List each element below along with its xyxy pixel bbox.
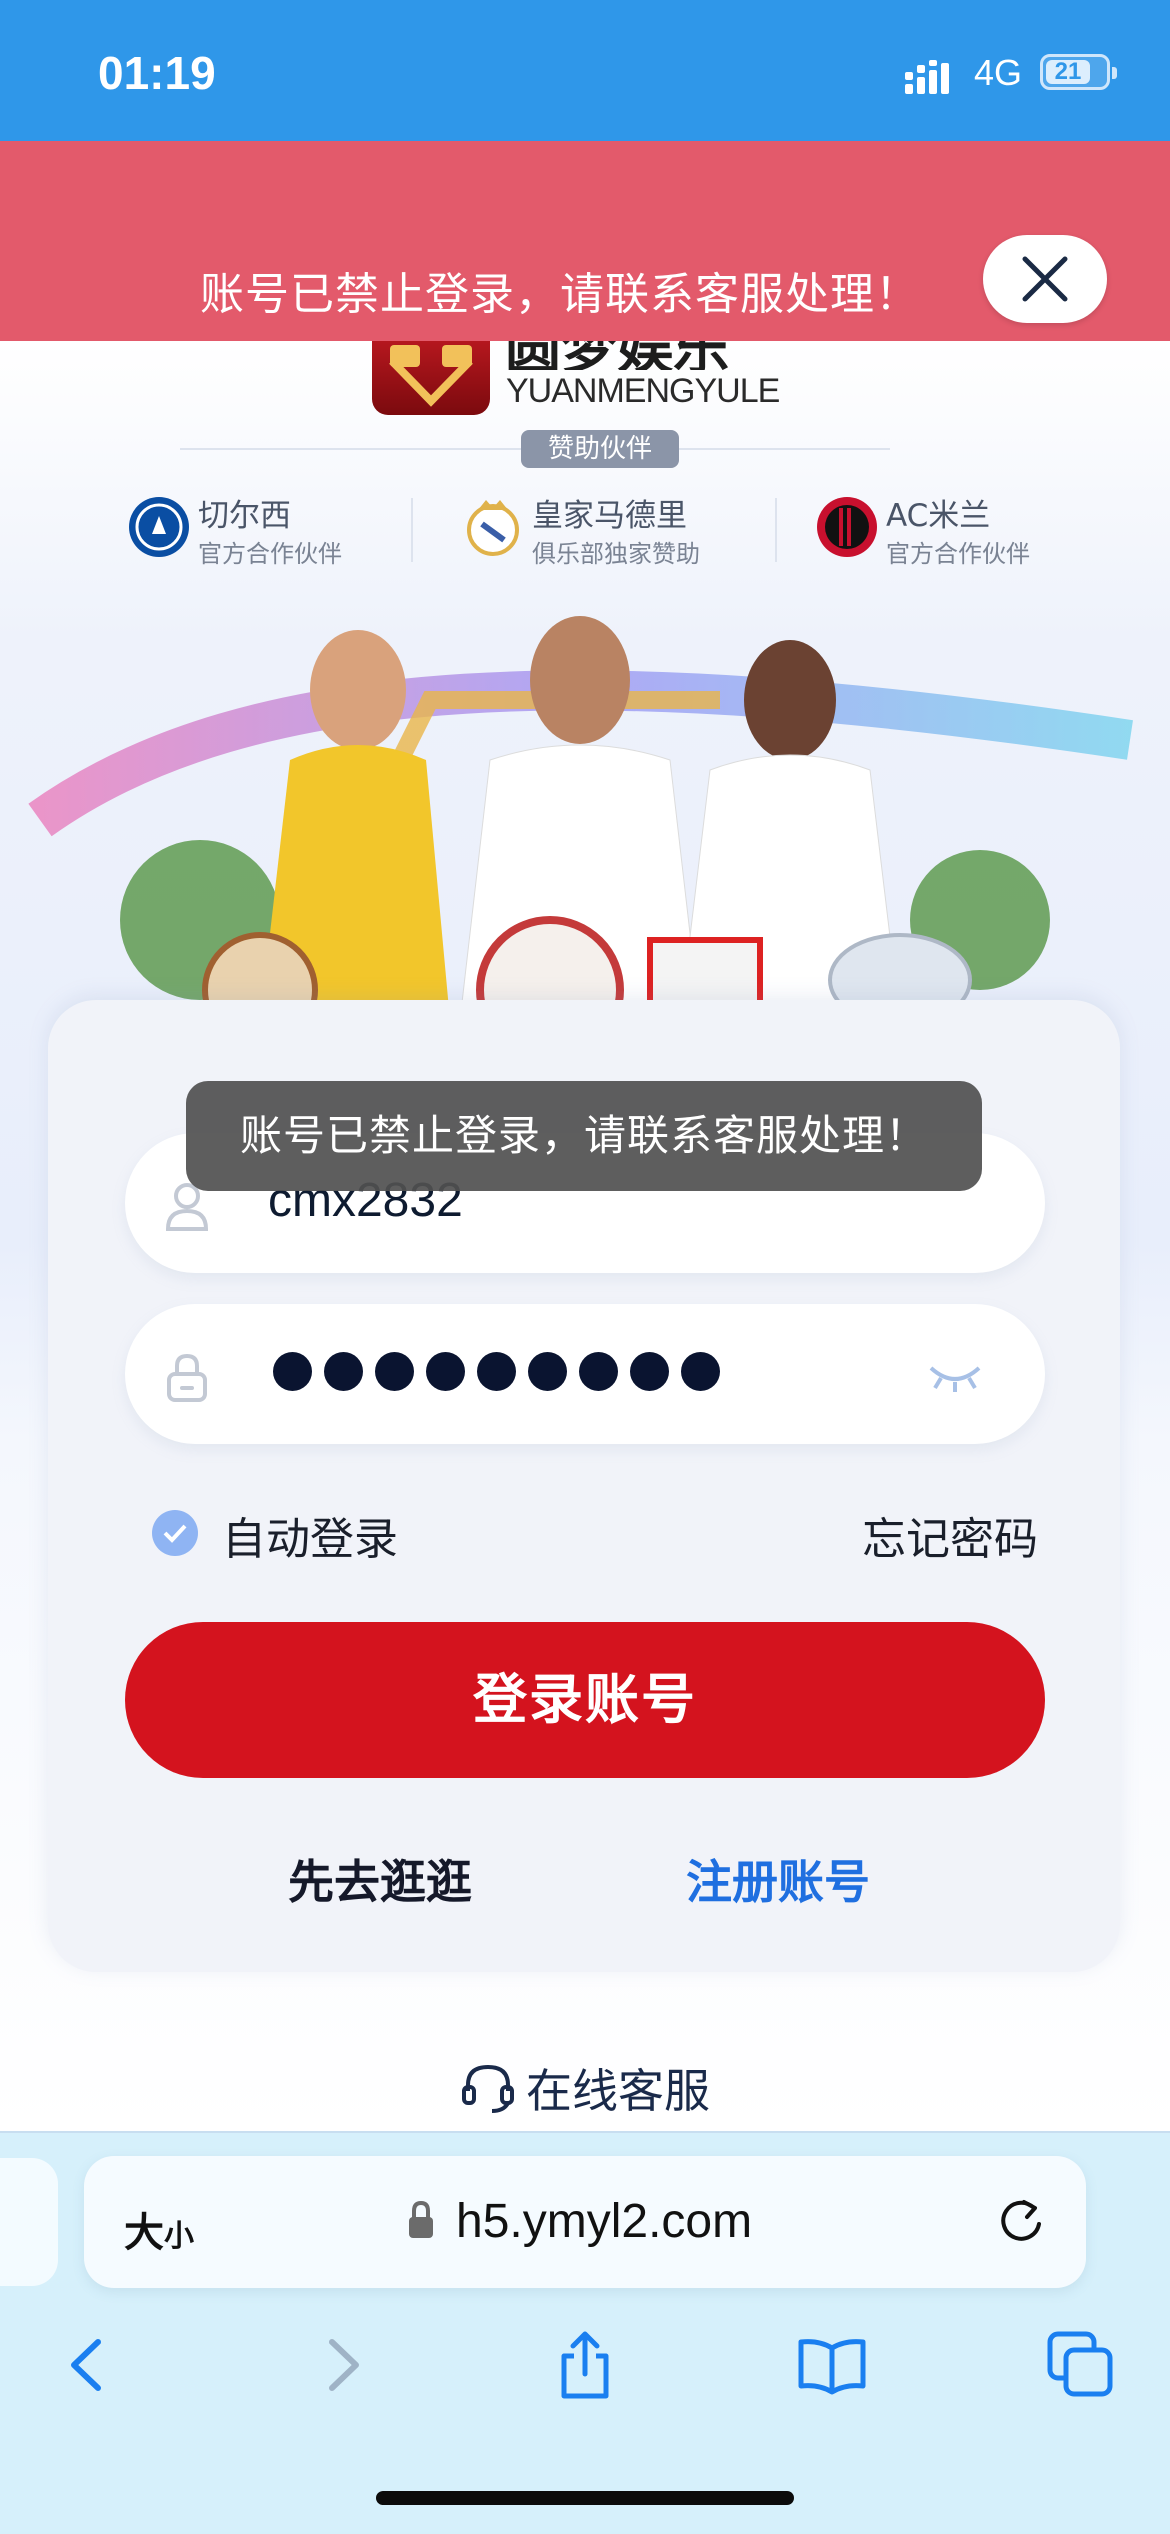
url-text[interactable]: h5.ymyl2.com bbox=[456, 2194, 752, 2249]
auto-login-checkbox[interactable] bbox=[152, 1510, 198, 1556]
partner-name: 切尔西 bbox=[198, 498, 291, 534]
status-time: 01:19 bbox=[98, 47, 216, 99]
signal-icon bbox=[905, 60, 949, 94]
share-icon[interactable] bbox=[550, 2330, 620, 2400]
password-dot bbox=[273, 1352, 312, 1391]
error-toast: 账号已禁止登录，请联系客服处理！ bbox=[186, 1081, 982, 1191]
partner-name: AC米兰 bbox=[886, 498, 991, 534]
forward-icon[interactable] bbox=[306, 2330, 376, 2400]
forgot-password-link[interactable]: 忘记密码 bbox=[862, 1503, 1038, 1567]
lock-icon bbox=[167, 1353, 207, 1402]
battery-icon: 21 bbox=[1040, 54, 1117, 90]
register-link[interactable]: 注册账号 bbox=[686, 1846, 870, 1912]
brand-logo bbox=[372, 341, 490, 415]
brand-name-en: YUANMENGYULE bbox=[506, 372, 780, 410]
password-input[interactable] bbox=[273, 1352, 720, 1396]
password-dot bbox=[579, 1352, 618, 1391]
login-button[interactable]: 登录账号 bbox=[125, 1622, 1045, 1778]
hero-players-image bbox=[28, 616, 1133, 1020]
partner-name: 皇家马德里 bbox=[532, 498, 687, 534]
password-dot bbox=[681, 1352, 720, 1391]
partner-subtitle: 官方合作伙伴 bbox=[198, 540, 342, 568]
checkmark-icon bbox=[163, 1524, 187, 1543]
partner-subtitle: 官方合作伙伴 bbox=[886, 540, 1030, 568]
lock-icon bbox=[409, 2200, 433, 2238]
partner-subtitle: 俱乐部独家赞助 bbox=[532, 540, 700, 568]
address-bar[interactable]: 大小 h5.ymyl2.com bbox=[84, 2156, 1086, 2288]
password-dot bbox=[426, 1352, 465, 1391]
password-dot bbox=[528, 1352, 567, 1391]
password-dot bbox=[630, 1352, 669, 1391]
back-icon[interactable] bbox=[54, 2330, 124, 2400]
home-indicator bbox=[376, 2491, 794, 2505]
eye-closed-icon[interactable] bbox=[927, 1362, 983, 1392]
headset-icon bbox=[462, 2064, 514, 2113]
real-madrid-badge-icon bbox=[467, 500, 519, 556]
password-dot bbox=[375, 1352, 414, 1391]
divider bbox=[775, 498, 777, 562]
battery-level: 21 bbox=[1046, 60, 1090, 84]
tabs-icon[interactable] bbox=[1046, 2330, 1116, 2400]
online-service-label: 在线客服 bbox=[526, 2064, 710, 2118]
ac-milan-badge-icon bbox=[817, 497, 877, 557]
network-label: 4G bbox=[974, 52, 1023, 93]
reload-icon[interactable] bbox=[994, 2194, 1048, 2248]
divider bbox=[411, 498, 413, 562]
password-dot bbox=[324, 1352, 363, 1391]
previous-tab-preview[interactable] bbox=[0, 2158, 58, 2286]
close-icon bbox=[1022, 256, 1068, 302]
chelsea-badge-icon bbox=[129, 497, 189, 557]
text-size-button[interactable]: 大小 bbox=[124, 2200, 194, 2258]
password-field[interactable] bbox=[125, 1304, 1045, 1444]
auto-login-label[interactable]: 自动登录 bbox=[222, 1503, 398, 1567]
password-dot bbox=[477, 1352, 516, 1391]
browse-first-link[interactable]: 先去逛逛 bbox=[288, 1846, 472, 1912]
bookmarks-icon[interactable] bbox=[797, 2330, 867, 2400]
close-banner-button[interactable] bbox=[983, 235, 1107, 323]
sponsor-label: 赞助伙伴 bbox=[521, 430, 679, 468]
